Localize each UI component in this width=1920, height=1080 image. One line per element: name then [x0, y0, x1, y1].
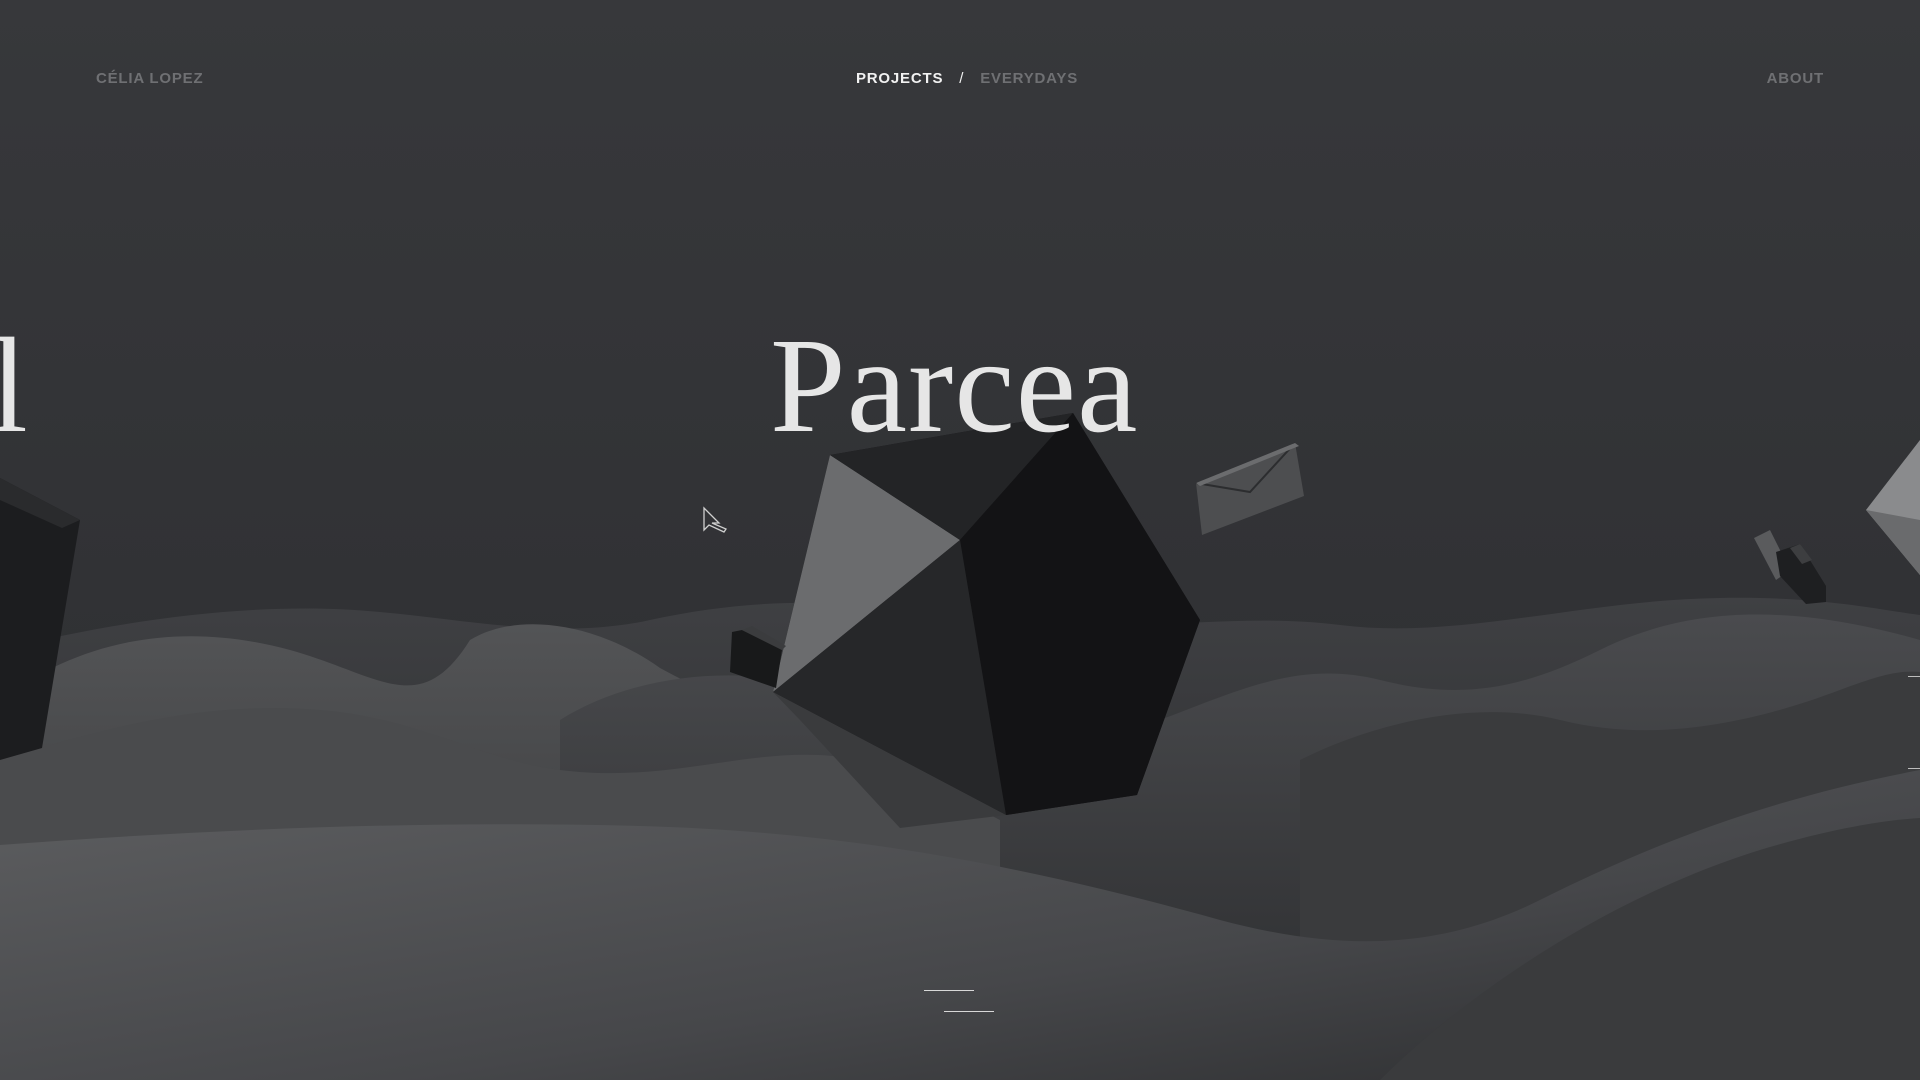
about-link[interactable]: ABOUT — [1767, 70, 1824, 87]
previous-project-title[interactable]: l — [0, 318, 29, 454]
brand-link[interactable]: CÉLIA LOPEZ — [96, 70, 203, 87]
slide-edge-marks — [1908, 676, 1920, 776]
hero-scene — [0, 0, 1920, 1080]
current-project-title[interactable]: Parcea — [770, 318, 1138, 454]
3d-landscape-illustration — [0, 413, 1920, 1080]
scroll-indicator-icon[interactable] — [920, 985, 1000, 1015]
main-nav: PROJECTS / EVERYDAYS — [856, 70, 1078, 87]
scroll-line-top — [924, 990, 974, 991]
nav-separator: / — [959, 70, 965, 87]
site-header: CÉLIA LOPEZ PROJECTS / EVERYDAYS ABOUT — [0, 0, 1920, 160]
camera-shape — [1754, 530, 1826, 604]
nav-projects-link[interactable]: PROJECTS — [856, 70, 943, 87]
arrow-cursor-icon — [703, 506, 727, 533]
scroll-line-bottom — [944, 1011, 994, 1012]
nav-everydays-link[interactable]: EVERYDAYS — [980, 70, 1078, 87]
envelope-shape — [1195, 442, 1304, 535]
